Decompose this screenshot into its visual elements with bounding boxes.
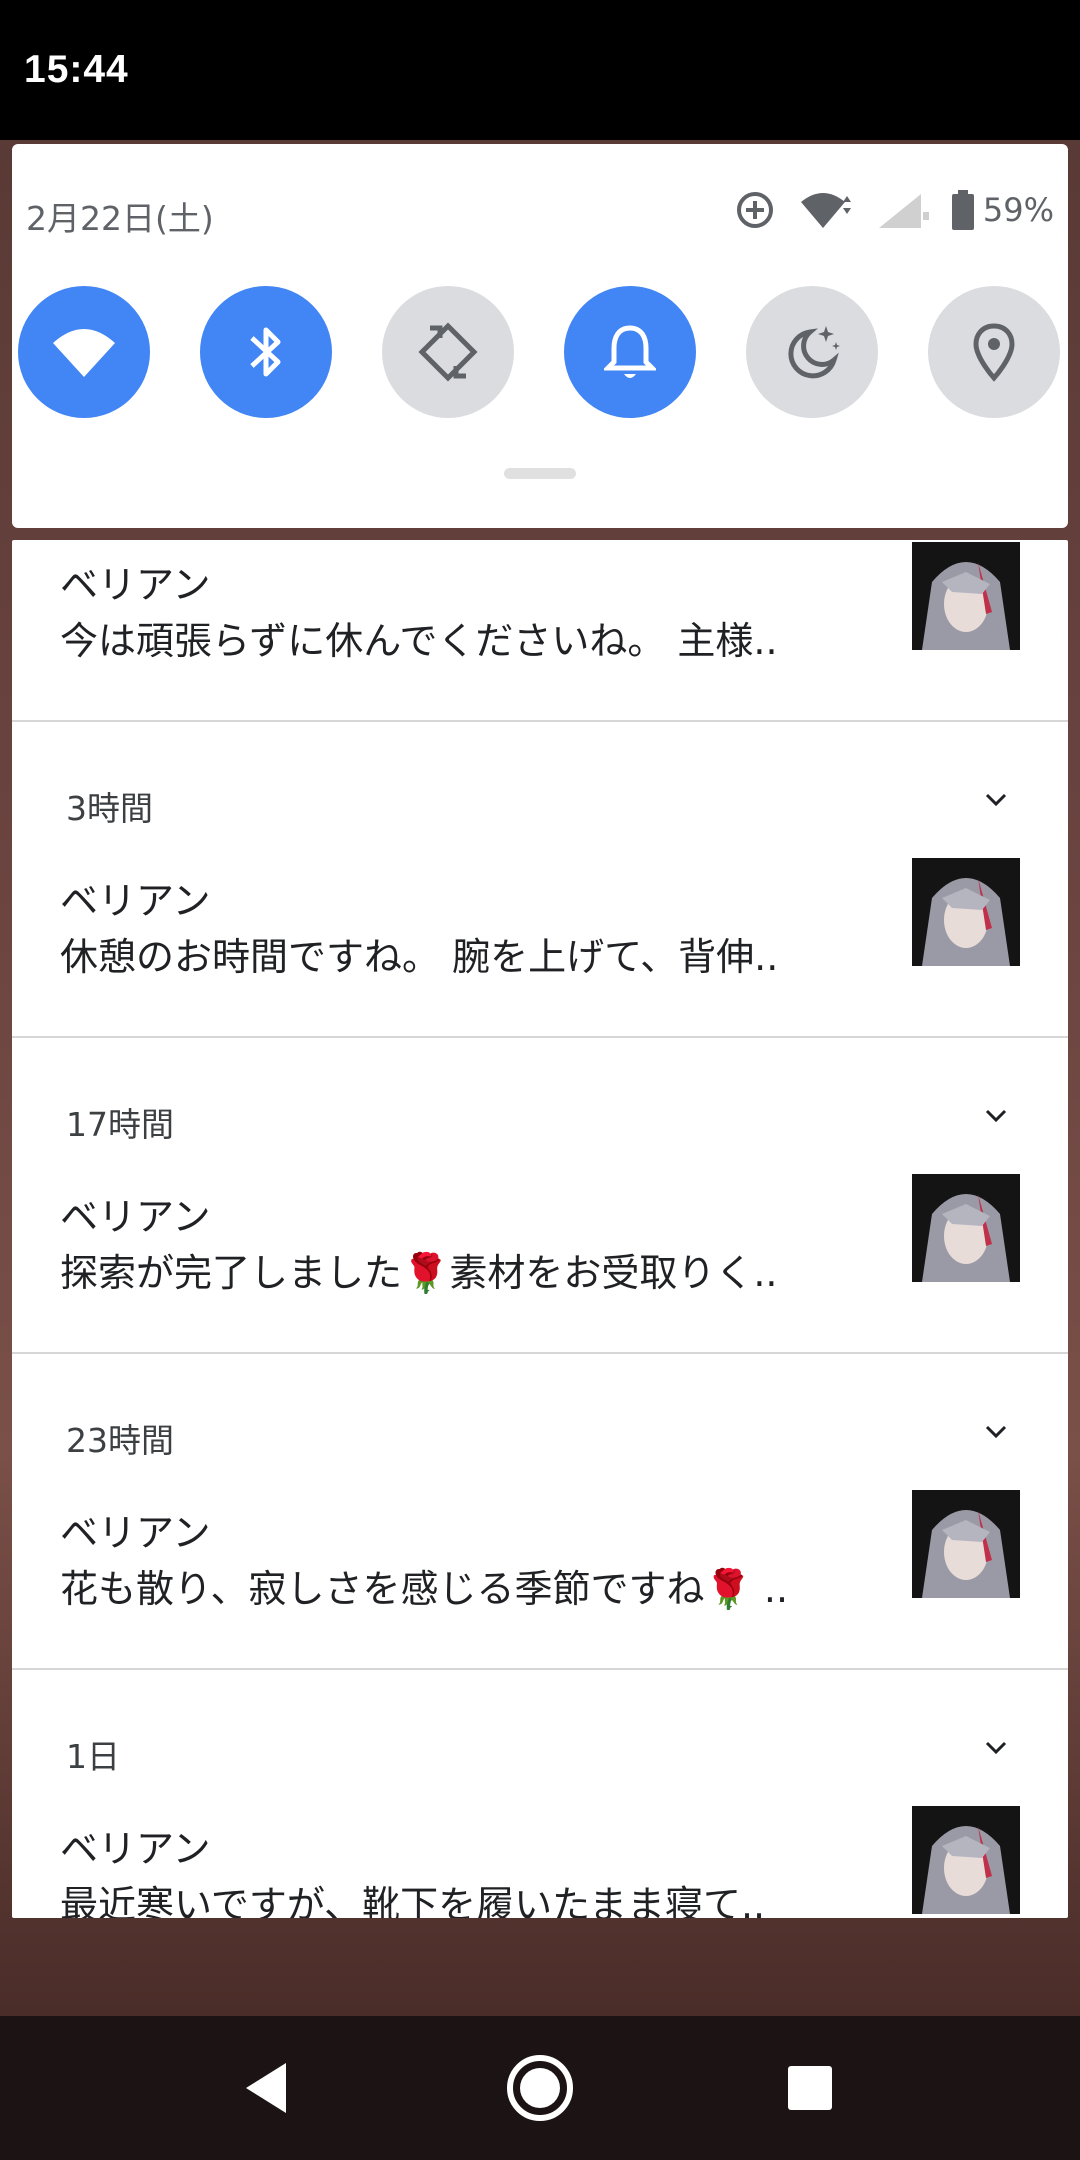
location-tile[interactable] bbox=[928, 286, 1060, 418]
back-icon bbox=[246, 2063, 286, 2113]
notification-time: 1日 bbox=[66, 1737, 120, 1776]
back-button[interactable] bbox=[230, 2052, 302, 2124]
notification-avatar bbox=[912, 1806, 1020, 1914]
notification-title: ベリアン bbox=[60, 879, 211, 923]
bluetooth-icon bbox=[250, 327, 281, 377]
notification-time: 23時間 bbox=[66, 1421, 174, 1460]
moon-icon bbox=[788, 326, 840, 379]
notification-text: 今は頑張らずに休んでくださいね。 主様.. bbox=[60, 619, 778, 663]
rotate-icon bbox=[418, 322, 478, 382]
qs-status-icons: 59% bbox=[711, 188, 1054, 232]
location-pin-icon bbox=[973, 323, 1015, 382]
recents-button[interactable] bbox=[774, 2052, 846, 2124]
night-light-tile[interactable] bbox=[746, 286, 878, 418]
battery-percent: 59% bbox=[982, 191, 1054, 229]
notification-text: 休憩のお時間ですね。 腕を上げて、背伸.. bbox=[60, 935, 779, 979]
bluetooth-tile[interactable] bbox=[200, 286, 332, 418]
notification-avatar bbox=[912, 542, 1020, 650]
notification-avatar bbox=[912, 1490, 1020, 1598]
notification-text: 探索が完了しました🌹素材をお受取りく.. bbox=[60, 1251, 778, 1295]
notification-time: 17時間 bbox=[66, 1105, 174, 1144]
qs-drag-handle[interactable] bbox=[504, 468, 576, 479]
recents-icon bbox=[788, 2066, 832, 2110]
home-button[interactable] bbox=[504, 2052, 576, 2124]
notification-text: 花も散り、寂しさを感じる季節ですね🌹 .. bbox=[60, 1567, 789, 1611]
wifi-signal-icon bbox=[799, 190, 853, 230]
notification-avatar bbox=[912, 1174, 1020, 1282]
notification-item[interactable]: 3時間 ベリアン 休憩のお時間ですね。 腕を上げて、背伸.. bbox=[12, 722, 1068, 1038]
qs-date[interactable]: 2月22日(土) bbox=[26, 192, 214, 240]
notification-item[interactable]: 1日 ベリアン 最近寒いですが、靴下を履いたまま寝て.. bbox=[12, 1670, 1068, 1918]
notification-title: ベリアン bbox=[60, 563, 211, 607]
notification-item[interactable]: 23時間 ベリアン 花も散り、寂しさを感じる季節ですね🌹 .. bbox=[12, 1354, 1068, 1670]
notification-title: ベリアン bbox=[60, 1827, 211, 1871]
battery-icon bbox=[951, 190, 975, 230]
chevron-down-icon[interactable] bbox=[984, 1424, 1008, 1444]
notification-title: ベリアン bbox=[60, 1511, 211, 1555]
notification-item[interactable]: ベリアン 今は頑張らずに休んでくださいね。 主様.. bbox=[12, 540, 1068, 722]
sound-tile[interactable] bbox=[564, 286, 696, 418]
notification-title: ベリアン bbox=[60, 1195, 211, 1239]
notification-time: 3時間 bbox=[66, 789, 153, 828]
notification-avatar bbox=[912, 858, 1020, 966]
status-bar: 15:44 bbox=[0, 0, 1080, 140]
bell-icon bbox=[604, 325, 656, 378]
wifi-tile[interactable] bbox=[18, 286, 150, 418]
notification-list: ベリアン 今は頑張らずに休んでくださいね。 主様.. 3時間 ベリアン 休憩のお… bbox=[12, 540, 1068, 1918]
wifi-icon bbox=[53, 329, 115, 377]
status-clock: 15:44 bbox=[24, 48, 129, 91]
navigation-bar bbox=[0, 2016, 1080, 2160]
cell-signal-icon bbox=[875, 190, 929, 230]
chevron-down-icon[interactable] bbox=[984, 1740, 1008, 1760]
home-icon bbox=[507, 2055, 573, 2121]
notification-text: 最近寒いですが、靴下を履いたまま寝て.. bbox=[60, 1883, 766, 1918]
chevron-down-icon[interactable] bbox=[984, 1108, 1008, 1128]
quick-settings-panel: 2月22日(土) 59% bbox=[12, 144, 1068, 528]
notification-item[interactable]: 17時間 ベリアン 探索が完了しました🌹素材をお受取りく.. bbox=[12, 1038, 1068, 1354]
chevron-down-icon[interactable] bbox=[984, 792, 1008, 812]
data-saver-icon bbox=[733, 188, 777, 232]
auto-rotate-tile[interactable] bbox=[382, 286, 514, 418]
